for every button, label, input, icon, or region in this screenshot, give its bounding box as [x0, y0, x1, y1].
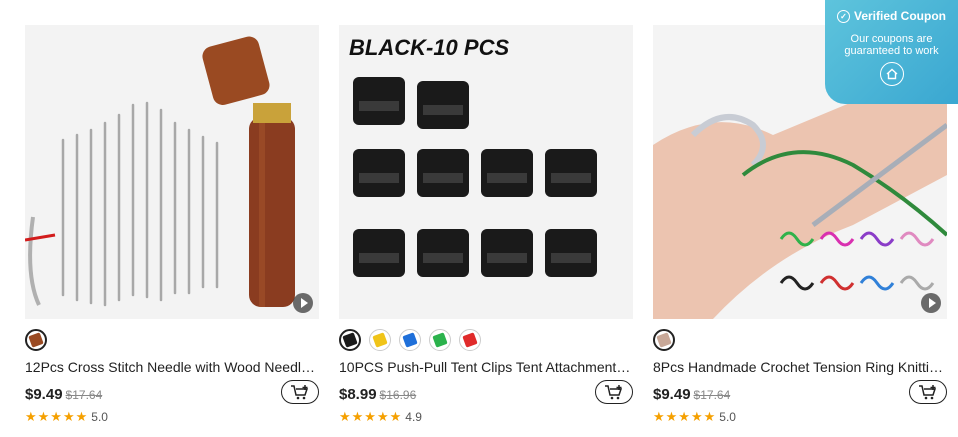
- variant-swatch[interactable]: [369, 329, 391, 351]
- add-to-cart-button[interactable]: [281, 380, 319, 404]
- original-price: $16.96: [379, 388, 417, 402]
- product-rating: ★★★★★ 5.0: [25, 409, 108, 425]
- product-title[interactable]: 8Pcs Handmade Crochet Tension Ring Knitt…: [653, 359, 947, 375]
- sale-price: $9.49: [653, 386, 691, 403]
- banner-title-text: Verified Coupon: [853, 9, 946, 23]
- banner-subtitle: Our coupons are guaranteed to work: [825, 33, 958, 57]
- original-price: $17.64: [65, 388, 103, 402]
- variant-swatch[interactable]: [429, 329, 451, 351]
- star-rating-icons: ★★★★★: [339, 409, 403, 424]
- cart-plus-icon: [291, 385, 309, 400]
- product-title[interactable]: 12Pcs Cross Stitch Needle with Wood Need…: [25, 359, 319, 375]
- variant-swatch[interactable]: [25, 329, 47, 351]
- product-image[interactable]: [25, 25, 319, 319]
- variant-swatch[interactable]: [459, 329, 481, 351]
- product-title[interactable]: 10PCS Push-Pull Tent Clips Tent Attachme…: [339, 359, 633, 375]
- cart-plus-icon: [605, 385, 623, 400]
- image-caption: BLACK-10 PCS: [349, 35, 509, 60]
- star-rating-icons: ★★★★★: [25, 409, 89, 424]
- needle-set-illustration: [25, 25, 319, 319]
- product-rating: ★★★★★ 5.0: [653, 409, 736, 425]
- cart-plus-icon: [919, 385, 937, 400]
- banner-subtitle-line: Our coupons are: [850, 33, 933, 45]
- product-price: $9.49 $17.64: [653, 386, 730, 403]
- banner-subtitle-line: guaranteed to work: [844, 45, 939, 57]
- product-card[interactable]: 12Pcs Cross Stitch Needle with Wood Need…: [25, 25, 319, 424]
- variant-swatch[interactable]: [653, 329, 675, 351]
- home-icon[interactable]: [879, 62, 904, 86]
- sale-price: $9.49: [25, 386, 63, 403]
- check-circle-icon: ✓: [836, 9, 850, 23]
- product-image[interactable]: BLACK-10 PCS: [339, 25, 633, 319]
- variant-swatches: [653, 329, 675, 351]
- product-rating: ★★★★★ 4.9: [339, 409, 422, 425]
- product-card[interactable]: BLACK-10 PCS 10PCS Push-Pull Tent Clips …: [339, 25, 633, 424]
- house-icon: [886, 68, 897, 80]
- variant-swatches: [25, 329, 47, 351]
- rating-value: 5.0: [91, 410, 108, 424]
- tent-clips-illustration: BLACK-10 PCS: [339, 25, 633, 319]
- banner-title: ✓ Verified Coupon: [825, 9, 958, 23]
- original-price: $17.64: [693, 388, 731, 402]
- variant-swatches: [339, 329, 481, 351]
- add-to-cart-button[interactable]: [909, 380, 947, 404]
- variant-swatch[interactable]: [339, 329, 361, 351]
- verified-coupon-banner[interactable]: ✓ Verified Coupon Our coupons are guaran…: [825, 0, 958, 104]
- star-rating-icons: ★★★★★: [653, 409, 717, 424]
- video-play-icon[interactable]: [293, 293, 313, 313]
- rating-value: 4.9: [405, 410, 422, 424]
- add-to-cart-button[interactable]: [595, 380, 633, 404]
- rating-value: 5.0: [719, 410, 736, 424]
- product-price: $9.49 $17.64: [25, 386, 102, 403]
- variant-swatch[interactable]: [399, 329, 421, 351]
- product-price: $8.99 $16.96: [339, 386, 416, 403]
- sale-price: $8.99: [339, 386, 377, 403]
- video-play-icon[interactable]: [921, 293, 941, 313]
